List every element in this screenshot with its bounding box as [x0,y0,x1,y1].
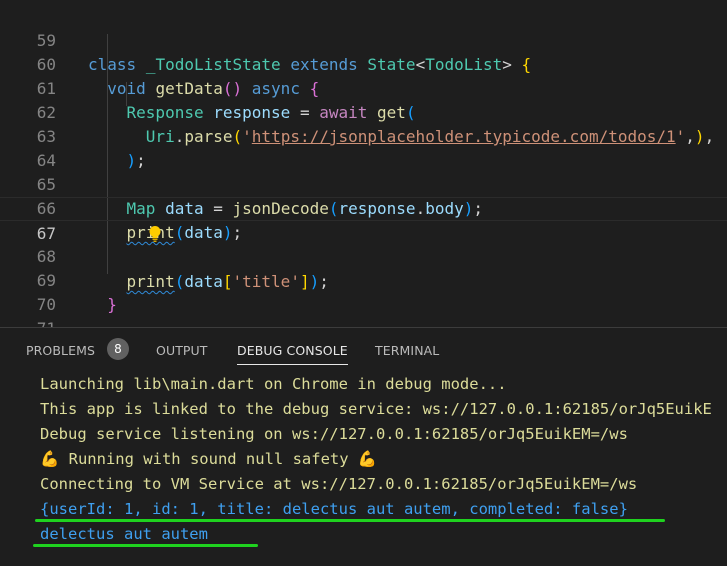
highlight-underline [33,544,258,547]
code-line[interactable]: 65 Map data = jsonDecode(response.body); [0,149,727,218]
highlight-underline [35,519,665,522]
code-line[interactable]: 66 print(data); [0,173,727,242]
code-line-current[interactable]: 67 print(data['title']); [0,197,727,291]
console-line: 💪 Running with sound null safety 💪 [40,450,378,468]
code-line[interactable]: 64 [0,125,727,170]
code-line[interactable]: 59 class _TodoListState extends State<To… [0,5,727,74]
bottom-panel: PROBLEMS 8 OUTPUT DEBUG CONSOLE TERMINAL… [0,327,727,566]
code-line[interactable]: 71 @override [0,293,727,327]
code-line[interactable]: 62 Uri.parse('https://jsonplaceholder.ty… [0,77,727,146]
tab-output[interactable]: OUTPUT [156,342,208,364]
console-line-print-output: {userId: 1, id: 1, title: delectus aut a… [40,500,628,518]
console-line: This app is linked to the debug service:… [40,400,712,418]
tab-debug-console[interactable]: DEBUG CONSOLE [237,342,348,365]
problems-count-badge: 8 [107,338,129,360]
code-line[interactable]: 63 ); [0,101,727,170]
console-line: Debug service listening on ws://127.0.0.… [40,425,628,443]
code-line[interactable]: 61 Response response = await get( [0,53,727,122]
code-line[interactable]: 68 [0,221,727,266]
code-line[interactable]: 70 [0,269,727,314]
lightbulb-icon[interactable] [90,201,161,242]
code-editor[interactable]: 59 class _TodoListState extends State<To… [0,0,727,327]
code-line[interactable]: 60 void getData() async { [0,29,727,98]
console-line: Connecting to VM Service at ws://127.0.0… [40,475,638,493]
tab-terminal[interactable]: TERMINAL [375,342,439,364]
console-line-print-output: delectus aut autem [40,525,208,543]
tab-problems[interactable]: PROBLEMS [26,342,95,364]
code-line[interactable]: 69 } [0,245,727,314]
code-line[interactable]: 72 Widget build(BuildContext context) { [0,317,727,327]
console-line: Launching lib\main.dart on Chrome in deb… [40,375,507,393]
